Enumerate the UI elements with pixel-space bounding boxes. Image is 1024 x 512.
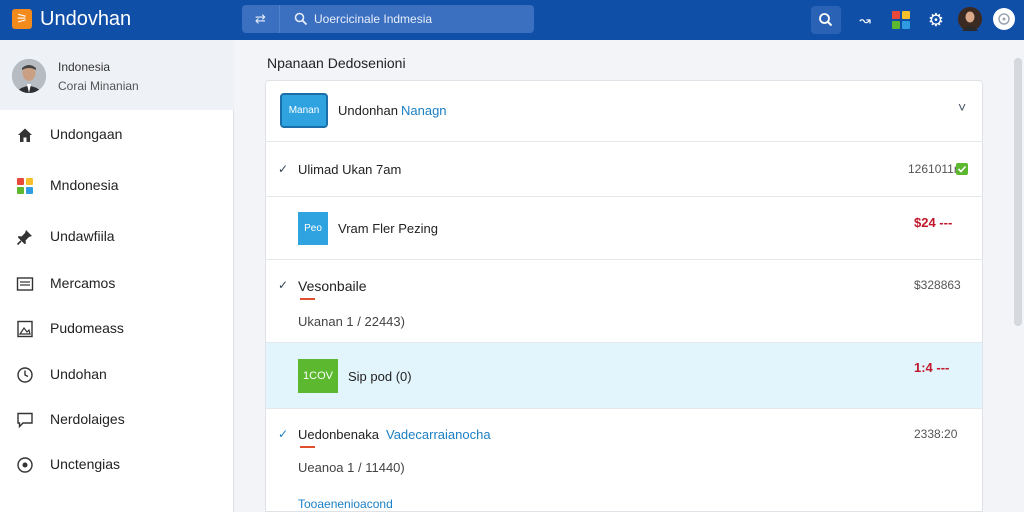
search-bar: ⇄ — [242, 5, 534, 33]
row-title: Vesonbaile — [298, 278, 367, 294]
page-title: Npanaan Dedosenioni — [267, 55, 406, 71]
top-app-bar: ⚞ Undovhan ⇄ ↝ ⚙ — [0, 0, 1024, 40]
app-title: Undovhan — [40, 8, 132, 30]
sidebar-item-settings[interactable]: Unctengias — [0, 443, 234, 485]
row-title: Uedonbenaka — [298, 427, 379, 442]
sidebar-item-image[interactable]: Pudomeass — [0, 307, 234, 349]
chat-icon — [17, 412, 33, 429]
sidebar-item-pin[interactable]: Undawfiila — [0, 215, 234, 257]
clock-icon — [17, 367, 33, 383]
user-portrait-icon — [958, 7, 982, 31]
sidebar-item-label: Pudomeass — [50, 320, 124, 336]
sidebar-item-label: Mndonesia — [50, 177, 119, 193]
row-subtitle: Ukanan 1 / 22443) — [298, 314, 405, 329]
list-icon — [16, 277, 34, 291]
sidebar: Indonesia Corai Minanian Undongaan Mndon… — [0, 40, 234, 512]
row-amount: $328863 — [914, 278, 961, 292]
header-badge: Manan — [280, 93, 328, 128]
row-title-accent: Vadecarraianocha — [386, 427, 491, 442]
forward-icon[interactable]: ↝ — [850, 6, 880, 34]
row-subtitle: Ueanoa 1 / 11440) — [298, 460, 405, 475]
toolbar-search-button[interactable] — [811, 6, 841, 34]
row-marker — [300, 298, 315, 300]
sidebar-item-apps[interactable]: Mndonesia — [0, 164, 234, 206]
row-amount: 1261011r — [908, 162, 958, 176]
content-panel: Manan Undonhan Nanagn ˅ ✓ Ulimad Ukan 7a… — [265, 80, 983, 512]
help-icon — [998, 13, 1010, 25]
app-logo-icon[interactable]: ⚞ — [12, 9, 32, 29]
check-icon: ✓ — [278, 278, 289, 292]
row-marker — [300, 446, 315, 448]
header-label: Undonhan — [338, 103, 398, 118]
gear-icon[interactable]: ⚙ — [921, 6, 951, 34]
sidebar-item-clock[interactable]: Undohan — [0, 353, 234, 395]
list-item-selected[interactable]: 1COV Sip pod (0) 1:4 --- — [266, 343, 982, 409]
row-amount: 1:4 --- — [914, 360, 950, 375]
settings-icon — [17, 457, 33, 473]
row-badge: 1COV — [298, 359, 338, 393]
list-item[interactable]: Peo Vram Fler Pezing $24 --- — [266, 197, 982, 260]
row-title: Vram Fler Pezing — [338, 221, 438, 236]
profile-card[interactable]: Indonesia Corai Minanian — [0, 40, 234, 110]
row-amount: 2338:20 — [914, 427, 958, 441]
image-icon — [17, 320, 33, 338]
sidebar-item-label: Undongaan — [50, 126, 123, 142]
apps-icon[interactable] — [886, 6, 916, 34]
apps-icon — [17, 178, 33, 194]
row-badge: Peo — [298, 212, 328, 245]
scrollbar[interactable] — [1014, 58, 1022, 326]
user-avatar[interactable] — [958, 7, 982, 31]
profile-name: Indonesia — [58, 60, 111, 74]
row-title: Sip pod (0) — [348, 369, 412, 384]
chevron-down-icon[interactable]: ˅ — [958, 99, 966, 115]
sidebar-item-label: Undohan — [50, 366, 107, 382]
status-check-icon — [956, 163, 968, 175]
apps-grid-icon — [892, 11, 910, 29]
sidebar-item-label: Nerdolaiges — [50, 411, 125, 427]
list-item[interactable]: ✓ Vesonbaile Ukanan 1 / 22443) $328863 — [266, 260, 982, 343]
profile-portrait-icon — [12, 59, 46, 93]
list-item[interactable]: ✓ Uedonbenaka Vadecarraianocha Ueanoa 1 … — [266, 409, 982, 512]
sidebar-item-home[interactable]: Undongaan — [0, 113, 234, 155]
header-label-accent: Nanagn — [401, 103, 447, 118]
swap-icon[interactable]: ⇄ — [242, 5, 280, 33]
check-icon: ✓ — [278, 427, 289, 441]
sidebar-item-label: Mercamos — [50, 275, 116, 291]
row-footer-link[interactable]: Tooaenenioacond — [298, 497, 393, 511]
avatar — [12, 59, 46, 93]
sidebar-item-label: Unctengias — [50, 456, 121, 472]
panel-header[interactable]: Manan Undonhan Nanagn ˅ — [266, 81, 982, 142]
search-icon — [294, 12, 308, 26]
profile-subtitle: Corai Minanian — [58, 79, 139, 93]
pin-icon — [16, 230, 32, 246]
list-item[interactable]: ✓ Ulimad Ukan 7am 1261011r — [266, 142, 982, 197]
search-icon — [819, 13, 833, 27]
row-amount: $24 --- — [914, 215, 953, 230]
help-button[interactable] — [993, 8, 1015, 30]
sidebar-item-list[interactable]: Mercamos — [0, 262, 234, 304]
sidebar-item-chat[interactable]: Nerdolaiges — [0, 398, 234, 440]
home-icon — [18, 128, 32, 142]
search-input[interactable] — [314, 5, 526, 33]
check-icon: ✓ — [278, 162, 289, 176]
row-title: Ulimad Ukan 7am — [298, 162, 402, 177]
sidebar-item-label: Undawfiila — [50, 228, 115, 244]
